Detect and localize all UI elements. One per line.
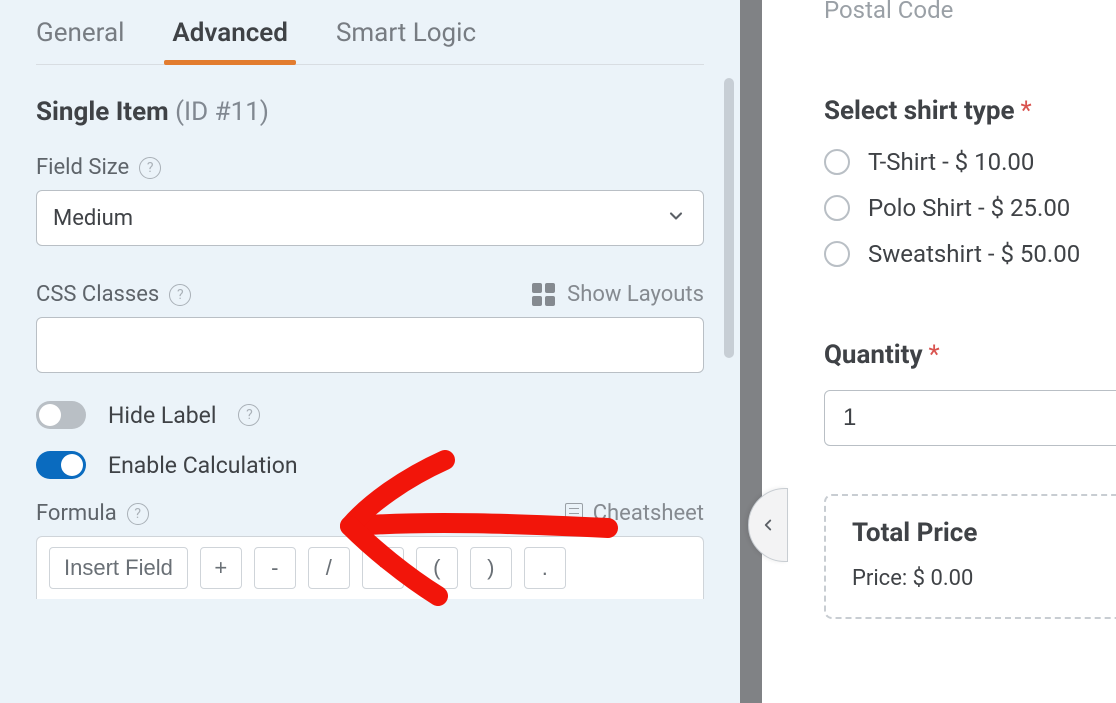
panel-divider <box>740 0 762 703</box>
radio-label: Sweatshirt - $ 50.00 <box>868 240 1080 268</box>
show-layouts-link[interactable]: Show Layouts <box>532 282 704 307</box>
grid-icon <box>532 283 555 306</box>
op-rparen-button[interactable]: ) <box>470 547 512 589</box>
total-price-value: Price: $ 0.00 <box>852 566 1116 591</box>
field-type-name: Single Item <box>36 97 169 127</box>
css-classes-input[interactable] <box>36 317 704 373</box>
op-minus-button[interactable]: - <box>254 547 296 589</box>
show-layouts-label: Show Layouts <box>567 282 704 307</box>
document-icon <box>565 503 583 525</box>
field-size-label: Field Size <box>36 155 129 180</box>
formula-label: Formula <box>36 501 117 526</box>
total-price-title: Total Price <box>852 518 1116 548</box>
radio-icon <box>824 195 850 221</box>
enable-calculation-text: Enable Calculation <box>108 452 298 479</box>
field-size-value: Medium <box>53 206 133 231</box>
radio-option-tshirt[interactable]: T-Shirt - $ 10.00 <box>824 148 1116 176</box>
help-icon[interactable]: ? <box>238 404 260 426</box>
enable-calculation-row: Enable Calculation <box>36 451 704 479</box>
help-icon[interactable]: ? <box>169 284 191 306</box>
shirt-type-options: T-Shirt - $ 10.00 Polo Shirt - $ 25.00 S… <box>824 148 1116 268</box>
enable-calculation-toggle[interactable] <box>36 451 86 479</box>
quantity-input[interactable] <box>824 390 1116 446</box>
field-size-select[interactable]: Medium <box>36 190 704 246</box>
radio-icon <box>824 241 850 267</box>
formula-toolbar: Insert Field + - / * ( ) . <box>36 536 704 599</box>
postal-code-placeholder: Postal Code <box>824 0 1116 24</box>
cheatsheet-label: Cheatsheet <box>593 501 704 526</box>
field-size-label-row: Field Size ? <box>36 155 704 180</box>
help-icon[interactable]: ? <box>139 157 161 179</box>
op-multiply-button[interactable]: * <box>362 547 404 589</box>
formula-label-row: Formula ? Cheatsheet <box>36 501 704 526</box>
help-icon[interactable]: ? <box>127 503 149 525</box>
radio-icon <box>824 149 850 175</box>
op-plus-button[interactable]: + <box>200 547 242 589</box>
radio-option-sweatshirt[interactable]: Sweatshirt - $ 50.00 <box>824 240 1116 268</box>
field-options-panel: General Advanced Smart Logic Single Item… <box>0 0 740 703</box>
radio-label: Polo Shirt - $ 25.00 <box>868 194 1070 222</box>
insert-field-button[interactable]: Insert Field <box>49 547 188 589</box>
total-price-box[interactable]: Total Price Price: $ 0.00 <box>824 494 1116 619</box>
field-size-select-wrap: Medium <box>36 190 704 246</box>
section-title: Single Item (ID #11) <box>36 97 704 127</box>
op-dot-button[interactable]: . <box>524 547 566 589</box>
radio-label: T-Shirt - $ 10.00 <box>868 148 1034 176</box>
tabs: General Advanced Smart Logic <box>36 0 704 65</box>
shirt-type-label: Select shirt type* <box>824 96 1116 126</box>
op-lparen-button[interactable]: ( <box>416 547 458 589</box>
radio-option-polo[interactable]: Polo Shirt - $ 25.00 <box>824 194 1116 222</box>
quantity-label: Quantity* <box>824 340 1116 370</box>
css-classes-label: CSS Classes <box>36 282 159 307</box>
tab-smart-logic[interactable]: Smart Logic <box>336 18 476 64</box>
tab-general[interactable]: General <box>36 18 124 64</box>
hide-label-text: Hide Label <box>108 402 216 429</box>
hide-label-row: Hide Label ? <box>36 401 704 429</box>
chevron-left-icon <box>759 512 777 538</box>
hide-label-toggle[interactable] <box>36 401 86 429</box>
form-preview-panel: Postal Code Select shirt type* T-Shirt -… <box>762 0 1116 703</box>
field-id: (ID #11) <box>175 97 269 127</box>
op-divide-button[interactable]: / <box>308 547 350 589</box>
collapse-panel-button[interactable] <box>748 488 788 562</box>
cheatsheet-link[interactable]: Cheatsheet <box>565 501 704 526</box>
scrollbar[interactable] <box>724 78 734 358</box>
tab-advanced[interactable]: Advanced <box>172 18 288 64</box>
css-classes-row: CSS Classes ? Show Layouts <box>36 282 704 307</box>
